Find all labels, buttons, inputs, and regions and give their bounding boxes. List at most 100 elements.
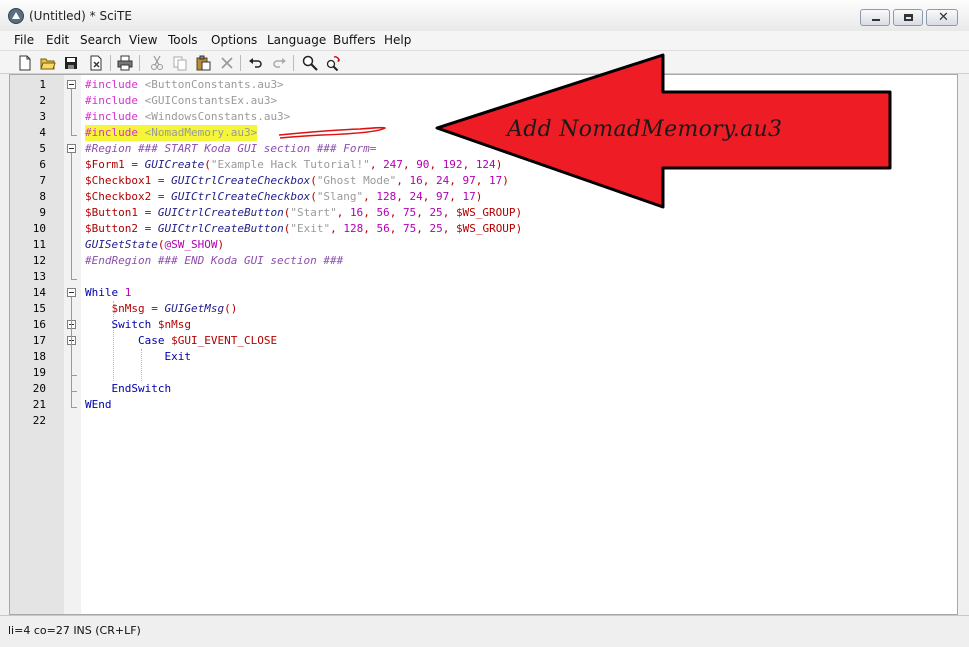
code-token: ( [310, 174, 317, 187]
code-token: "Example Hack Tutorial!" [210, 158, 370, 171]
code-line[interactable]: 13 [10, 269, 957, 285]
code-text: #EndRegion ### END Koda GUI section ### [85, 253, 343, 269]
copy-icon[interactable] [172, 55, 188, 71]
code-line[interactable]: 12 #EndRegion ### END Koda GUI section ##… [10, 253, 957, 269]
code-token: 16 [349, 206, 364, 219]
print-icon[interactable] [117, 55, 133, 71]
code-line[interactable]: 7 $Checkbox1 = GUICtrlCreateCheckbox("Gho… [10, 173, 957, 189]
code-token: $WS_GROUP [455, 206, 516, 219]
toolbar-separator [293, 55, 294, 71]
indent-guide [141, 349, 142, 381]
save-icon[interactable] [63, 55, 79, 71]
code-token: 56 [376, 206, 390, 219]
code-line[interactable]: 18 Exit [10, 349, 957, 365]
replace-icon[interactable] [325, 55, 341, 71]
code-token: #include [85, 78, 145, 91]
code-line[interactable]: 16 Switch $nMsg [10, 317, 957, 333]
code-token: GUICtrlCreateCheckbox [171, 190, 311, 203]
code-token: 247 [383, 158, 403, 171]
code-token: Exit [164, 350, 191, 363]
redo-icon[interactable] [271, 55, 287, 71]
code-token: <NomadMemory.au3> [144, 126, 258, 139]
code-line[interactable]: 2 #include <GUIConstantsEx.au3> [10, 93, 957, 109]
code-text: $Button1 = GUICtrlCreateButton("Start", … [85, 205, 522, 221]
code-line[interactable]: 5 #Region ### START Koda GUI section ### … [10, 141, 957, 157]
paste-icon[interactable] [195, 55, 211, 71]
code-token: , [330, 222, 344, 235]
code-line[interactable]: 14 While 1 [10, 285, 957, 301]
code-token: , [363, 190, 377, 203]
code-token: , [429, 158, 443, 171]
code-line[interactable]: 15 $nMsg = GUIGetMsg() [10, 301, 957, 317]
minimize-button[interactable] [860, 9, 890, 26]
title-bar: (Untitled) * SciTE ✕ [0, 0, 969, 31]
code-line[interactable]: 21 WEnd [10, 397, 957, 413]
menu-buffers[interactable]: Buffers [333, 33, 376, 47]
code-line[interactable]: 20 EndSwitch [10, 381, 957, 397]
code-token: 97 [436, 190, 450, 203]
menu-view[interactable]: View [129, 33, 157, 47]
line-number: 10 [32, 222, 46, 235]
code-editor[interactable]: 1 #include <ButtonConstants.au3> 2 #include… [9, 74, 958, 615]
menu-search[interactable]: Search [80, 33, 121, 47]
code-token: $Button2 [85, 222, 138, 235]
code-text: #include <GUIConstantsEx.au3> [85, 93, 277, 109]
code-token: 17 [462, 190, 476, 203]
new-file-icon[interactable] [17, 55, 33, 71]
code-token: #EndRegion ### END Koda GUI section ### [85, 254, 344, 267]
code-token: Case [137, 334, 172, 347]
code-token: $WS_GROUP [455, 222, 516, 235]
code-line[interactable]: 9 $Button1 = GUICtrlCreateButton("Start",… [10, 205, 957, 221]
line-number: 3 [39, 110, 46, 123]
code-line[interactable]: 8 $Checkbox2 = GUICtrlCreateCheckbox("Sla… [10, 189, 957, 205]
close-button[interactable]: ✕ [926, 9, 958, 26]
fold-toggle-icon[interactable] [67, 144, 76, 153]
close-icon: ✕ [938, 10, 949, 25]
delete-icon[interactable] [219, 55, 235, 71]
code-token: #include [85, 94, 145, 107]
maximize-button[interactable] [893, 9, 923, 26]
undo-icon[interactable] [248, 55, 264, 71]
menu-help[interactable]: Help [384, 33, 411, 47]
code-line[interactable]: 19 [10, 365, 957, 381]
menu-options[interactable]: Options [211, 33, 257, 47]
menu-language[interactable]: Language [267, 33, 326, 47]
code-token: () [224, 302, 238, 315]
close-file-icon[interactable] [88, 55, 104, 71]
code-line[interactable]: 4 #include <NomadMemory.au3> [10, 125, 957, 141]
toolbar-separator [240, 55, 241, 71]
code-token: Switch [111, 318, 158, 331]
code-token: 90 [416, 158, 430, 171]
code-token: , [336, 206, 350, 219]
fold-toggle-icon[interactable] [67, 288, 76, 297]
open-folder-icon[interactable] [40, 55, 56, 71]
menu-tools[interactable]: Tools [168, 33, 198, 47]
code-line[interactable]: 3 #include <WindowsConstants.au3> [10, 109, 957, 125]
code-line[interactable]: 10 $Button2 = GUICtrlCreateButton("Exit",… [10, 221, 957, 237]
annotation-label: Add NomadMemory.au3 [507, 117, 783, 142]
menu-edit[interactable]: Edit [46, 33, 69, 47]
code-text: Switch $nMsg [85, 317, 191, 333]
line-number: 4 [39, 126, 46, 139]
code-token: ) [502, 174, 509, 187]
code-token: = [124, 158, 145, 171]
code-line[interactable]: 11 GUISetState(@SW_SHOW) [10, 237, 957, 253]
cut-icon[interactable] [149, 55, 165, 71]
code-token: GUISetState [85, 238, 158, 251]
code-token: 24 [409, 190, 423, 203]
find-icon[interactable] [302, 55, 318, 71]
menu-file[interactable]: File [14, 33, 34, 47]
code-line[interactable]: 17 Case $GUI_EVENT_CLOSE [10, 333, 957, 349]
code-text: #include <ButtonConstants.au3> [85, 77, 284, 93]
code-text: GUISetState(@SW_SHOW) [85, 237, 224, 253]
code-line[interactable]: 22 [10, 413, 957, 429]
fold-toggle-icon[interactable] [67, 80, 76, 89]
code-line[interactable]: 6 $Form1 = GUICreate("Example Hack Tutori… [10, 157, 957, 173]
code-line[interactable]: 1 #include <ButtonConstants.au3> [10, 77, 957, 93]
code-token: = [151, 190, 172, 203]
minimize-icon [872, 19, 880, 21]
line-number: 1 [39, 78, 46, 91]
code-token: , [449, 174, 463, 187]
code-token: , [369, 158, 384, 171]
